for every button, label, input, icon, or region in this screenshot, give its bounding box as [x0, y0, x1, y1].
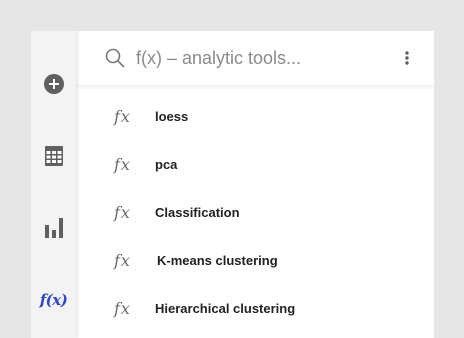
search-icon	[105, 48, 125, 68]
list-item-label: pca	[155, 157, 178, 172]
list-item-pca[interactable]: fx pca	[76, 141, 434, 189]
more-options-button[interactable]	[394, 45, 420, 71]
list-item-loess[interactable]: fx loess	[76, 93, 434, 141]
add-circle-icon	[43, 74, 64, 94]
more-vert-icon	[405, 51, 409, 65]
function-icon: fx	[114, 251, 131, 270]
bar-chart-icon	[44, 218, 63, 238]
function-icon: fx	[114, 203, 131, 222]
function-icon: fx	[114, 107, 131, 126]
search-bar	[76, 31, 434, 85]
list-item-classification[interactable]: fx Classification	[76, 189, 434, 237]
function-icon: fx	[114, 155, 131, 174]
function-icon: fx	[114, 299, 131, 318]
tools-panel: f(x) fx loess fx	[31, 31, 434, 338]
list-item-label: loess	[155, 109, 189, 124]
list-item-label: Classification	[155, 205, 240, 220]
list-item-hierarchical[interactable]: fx Hierarchical clustering	[76, 285, 434, 333]
tool-list: fx loess fx pca fx Classification fx K-m…	[76, 93, 434, 333]
search-input[interactable]	[136, 45, 386, 71]
side-rail: f(x)	[31, 31, 76, 338]
list-item-label: K-means clustering	[157, 253, 278, 268]
fx-icon: f(x)	[39, 291, 68, 309]
list-item-label: Hierarchical clustering	[155, 301, 296, 316]
list-item-kmeans[interactable]: fx K-means clustering	[76, 237, 434, 285]
main-content: fx loess fx pca fx Classification fx K-m…	[76, 31, 434, 338]
rail-fx-button[interactable]: f(x)	[31, 278, 76, 322]
rail-add-button[interactable]	[31, 62, 76, 106]
rail-table-button[interactable]	[31, 134, 76, 178]
table-icon	[44, 146, 63, 166]
rail-chart-button[interactable]	[31, 206, 76, 250]
